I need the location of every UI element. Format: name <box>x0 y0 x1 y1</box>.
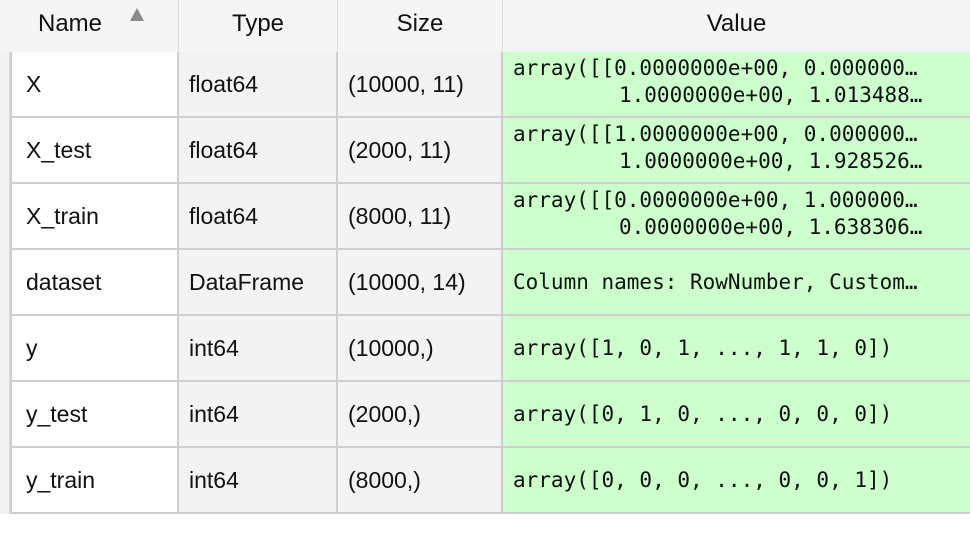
cell-size[interactable]: (10000, 11) <box>338 52 503 118</box>
cell-value[interactable]: array([0, 0, 0, ..., 0, 0, 1]) <box>503 448 970 514</box>
sort-ascending-icon <box>130 8 144 21</box>
cell-size[interactable]: (8000,) <box>338 448 503 514</box>
table-row[interactable]: y int64 (10000,) array([1, 0, 1, ..., 1,… <box>0 316 970 382</box>
cell-type[interactable]: int64 <box>179 448 338 514</box>
column-header-type[interactable]: Type <box>179 0 338 52</box>
cell-name[interactable]: y_train <box>10 448 179 514</box>
empty-area <box>0 514 970 550</box>
cell-size[interactable]: (2000,) <box>338 382 503 448</box>
table-row[interactable]: y_train int64 (8000,) array([0, 0, 0, ..… <box>0 448 970 514</box>
variable-explorer: Name Type Size Value X float64 (10000, 1… <box>0 0 970 550</box>
cell-value[interactable]: Column names: RowNumber, Custom… <box>503 250 970 316</box>
cell-type[interactable]: float64 <box>179 118 338 184</box>
cell-type[interactable]: float64 <box>179 52 338 118</box>
table-row[interactable]: X float64 (10000, 11) array([[0.0000000e… <box>0 52 970 118</box>
cell-value[interactable]: array([0, 1, 0, ..., 0, 0, 0]) <box>503 382 970 448</box>
cell-value[interactable]: array([[0.0000000e+00, 0.000000… 1.00000… <box>503 52 970 118</box>
cell-value-line1: array([[1.0000000e+00, 0.000000… <box>513 122 918 146</box>
cell-type[interactable]: float64 <box>179 184 338 250</box>
table-row[interactable]: y_test int64 (2000,) array([0, 1, 0, ...… <box>0 382 970 448</box>
table-row[interactable]: X_train float64 (8000, 11) array([[0.000… <box>0 184 970 250</box>
cell-value-line1: array([[0.0000000e+00, 1.000000… <box>513 188 918 212</box>
cell-name[interactable]: X_test <box>10 118 179 184</box>
cell-size[interactable]: (10000,) <box>338 316 503 382</box>
cell-size[interactable]: (2000, 11) <box>338 118 503 184</box>
column-header-value[interactable]: Value <box>503 0 970 52</box>
table-row[interactable]: dataset DataFrame (10000, 14) Column nam… <box>0 250 970 316</box>
cell-value-line2: 1.0000000e+00, 1.928526… <box>619 149 923 173</box>
cell-name[interactable]: X_train <box>10 184 179 250</box>
table-row[interactable]: X_test float64 (2000, 11) array([[1.0000… <box>0 118 970 184</box>
cell-type[interactable]: int64 <box>179 382 338 448</box>
cell-size[interactable]: (10000, 14) <box>338 250 503 316</box>
cell-type[interactable]: DataFrame <box>179 250 338 316</box>
cell-value-line2: 0.0000000e+00, 1.638306… <box>619 215 923 239</box>
cell-value-line1: array([[0.0000000e+00, 0.000000… <box>513 56 918 80</box>
cell-name[interactable]: y_test <box>10 382 179 448</box>
column-header-size[interactable]: Size <box>338 0 503 52</box>
cell-value[interactable]: array([[0.0000000e+00, 1.000000… 0.00000… <box>503 184 970 250</box>
cell-size[interactable]: (8000, 11) <box>338 184 503 250</box>
column-header-name[interactable]: Name <box>0 0 179 52</box>
cell-type[interactable]: int64 <box>179 316 338 382</box>
table-header: Name Type Size Value <box>0 0 970 53</box>
column-header-name-label: Name <box>38 10 103 37</box>
cell-name[interactable]: y <box>10 316 179 382</box>
cell-value[interactable]: array([1, 0, 1, ..., 1, 1, 0]) <box>503 316 970 382</box>
cell-name[interactable]: dataset <box>10 250 179 316</box>
cell-name[interactable]: X <box>10 52 179 118</box>
cell-value-line2: 1.0000000e+00, 1.013488… <box>619 83 923 107</box>
cell-value[interactable]: array([[1.0000000e+00, 0.000000… 1.00000… <box>503 118 970 184</box>
